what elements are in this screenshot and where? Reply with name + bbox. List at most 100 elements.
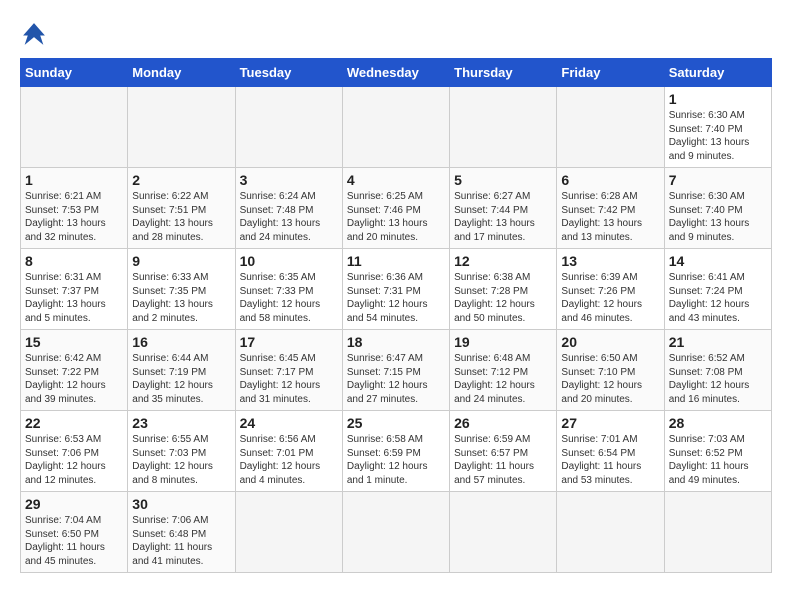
cell-info: Sunrise: 7:06 AMSunset: 6:48 PMDaylight:… [132, 514, 230, 568]
day-number: 26 [454, 415, 552, 431]
calendar-cell: 16 Sunrise: 6:44 AMSunset: 7:19 PMDayligh… [128, 330, 235, 411]
calendar-cell [450, 87, 557, 168]
day-number: 28 [669, 415, 767, 431]
calendar-cell [557, 87, 664, 168]
cell-info: Sunrise: 6:38 AMSunset: 7:28 PMDaylight:… [454, 271, 552, 325]
day-number: 19 [454, 334, 552, 350]
cell-info: Sunrise: 6:25 AMSunset: 7:46 PMDaylight:… [347, 190, 445, 244]
calendar-cell: 19Sunrise: 6:48 AMSunset: 7:12 PMDayligh… [450, 330, 557, 411]
cell-info: Sunrise: 6:35 AMSunset: 7:33 PMDaylight:… [240, 271, 338, 325]
calendar-cell: 1 Sunrise: 6:21 AMSunset: 7:53 PMDaylight… [21, 168, 128, 249]
cell-info: Sunrise: 6:45 AMSunset: 7:17 PMDaylight:… [240, 352, 338, 406]
calendar-cell: 6Sunrise: 6:28 AMSunset: 7:42 PMDaylight… [557, 168, 664, 249]
day-number: 7 [669, 172, 767, 188]
calendar-cell: 18Sunrise: 6:47 AMSunset: 7:15 PMDayligh… [342, 330, 449, 411]
calendar-cell: 25 Sunrise: 6:58 AMSunset: 6:59 PMDayligh… [342, 411, 449, 492]
calendar-week-0: 1 Sunrise: 6:30 AMSunset: 7:40 PMDaylight… [21, 87, 772, 168]
day-number: 11 [347, 253, 445, 269]
cell-info: Sunrise: 7:01 AMSunset: 6:54 PMDaylight:… [561, 433, 659, 487]
weekday-header-friday: Friday [557, 59, 664, 87]
cell-info: Sunrise: 6:59 AMSunset: 6:57 PMDaylight:… [454, 433, 552, 487]
calendar-cell: 20Sunrise: 6:50 AMSunset: 7:10 PMDayligh… [557, 330, 664, 411]
day-number: 30 [132, 496, 230, 512]
calendar-cell [21, 87, 128, 168]
weekday-header-monday: Monday [128, 59, 235, 87]
calendar-cell: 17Sunrise: 6:45 AMSunset: 7:17 PMDayligh… [235, 330, 342, 411]
day-number: 21 [669, 334, 767, 350]
calendar-table: SundayMondayTuesdayWednesdayThursdayFrid… [20, 58, 772, 573]
cell-info: Sunrise: 6:41 AMSunset: 7:24 PMDaylight:… [669, 271, 767, 325]
day-number: 5 [454, 172, 552, 188]
calendar-cell: 30 Sunrise: 7:06 AMSunset: 6:48 PMDayligh… [128, 492, 235, 573]
calendar-cell: 7 Sunrise: 6:30 AMSunset: 7:40 PMDaylight… [664, 168, 771, 249]
cell-info: Sunrise: 6:39 AMSunset: 7:26 PMDaylight:… [561, 271, 659, 325]
calendar-cell: 10 Sunrise: 6:35 AMSunset: 7:33 PMDayligh… [235, 249, 342, 330]
calendar-cell [342, 492, 449, 573]
calendar-cell: 2Sunrise: 6:22 AMSunset: 7:51 PMDaylight… [128, 168, 235, 249]
cell-info: Sunrise: 6:27 AMSunset: 7:44 PMDaylight:… [454, 190, 552, 244]
calendar-cell: 12 Sunrise: 6:38 AMSunset: 7:28 PMDayligh… [450, 249, 557, 330]
calendar-cell: 5 Sunrise: 6:27 AMSunset: 7:44 PMDaylight… [450, 168, 557, 249]
calendar-cell: 23 Sunrise: 6:55 AMSunset: 7:03 PMDayligh… [128, 411, 235, 492]
weekday-header-wednesday: Wednesday [342, 59, 449, 87]
day-number: 8 [25, 253, 123, 269]
day-number: 14 [669, 253, 767, 269]
cell-info: Sunrise: 6:30 AMSunset: 7:40 PMDaylight:… [669, 109, 767, 163]
day-number: 13 [561, 253, 659, 269]
cell-info: Sunrise: 6:33 AMSunset: 7:35 PMDaylight:… [132, 271, 230, 325]
cell-info: Sunrise: 6:44 AMSunset: 7:19 PMDaylight:… [132, 352, 230, 406]
header [20, 20, 772, 48]
day-number: 1 [25, 172, 123, 188]
day-number: 15 [25, 334, 123, 350]
day-number: 25 [347, 415, 445, 431]
day-number: 22 [25, 415, 123, 431]
calendar-cell: 9Sunrise: 6:33 AMSunset: 7:35 PMDaylight… [128, 249, 235, 330]
day-number: 10 [240, 253, 338, 269]
cell-info: Sunrise: 6:52 AMSunset: 7:08 PMDaylight:… [669, 352, 767, 406]
calendar-week-4: 22 Sunrise: 6:53 AMSunset: 7:06 PMDayligh… [21, 411, 772, 492]
calendar-cell: 15Sunrise: 6:42 AMSunset: 7:22 PMDayligh… [21, 330, 128, 411]
cell-info: Sunrise: 6:56 AMSunset: 7:01 PMDaylight:… [240, 433, 338, 487]
cell-info: Sunrise: 6:31 AMSunset: 7:37 PMDaylight:… [25, 271, 123, 325]
calendar-week-2: 8 Sunrise: 6:31 AMSunset: 7:37 PMDaylight… [21, 249, 772, 330]
calendar-cell: 27 Sunrise: 7:01 AMSunset: 6:54 PMDayligh… [557, 411, 664, 492]
weekday-header-saturday: Saturday [664, 59, 771, 87]
day-number: 27 [561, 415, 659, 431]
day-number: 24 [240, 415, 338, 431]
weekday-header-sunday: Sunday [21, 59, 128, 87]
cell-info: Sunrise: 6:58 AMSunset: 6:59 PMDaylight:… [347, 433, 445, 487]
calendar-cell: 13 Sunrise: 6:39 AMSunset: 7:26 PMDayligh… [557, 249, 664, 330]
weekday-header-row: SundayMondayTuesdayWednesdayThursdayFrid… [21, 59, 772, 87]
cell-info: Sunrise: 6:36 AMSunset: 7:31 PMDaylight:… [347, 271, 445, 325]
calendar-week-5: 29Sunrise: 7:04 AMSunset: 6:50 PMDayligh… [21, 492, 772, 573]
cell-info: Sunrise: 6:53 AMSunset: 7:06 PMDaylight:… [25, 433, 123, 487]
day-number: 1 [669, 91, 767, 107]
cell-info: Sunrise: 7:03 AMSunset: 6:52 PMDaylight:… [669, 433, 767, 487]
calendar-cell: 11 Sunrise: 6:36 AMSunset: 7:31 PMDayligh… [342, 249, 449, 330]
calendar-cell: 21 Sunrise: 6:52 AMSunset: 7:08 PMDayligh… [664, 330, 771, 411]
logo [20, 20, 52, 48]
calendar-cell: 14 Sunrise: 6:41 AMSunset: 7:24 PMDayligh… [664, 249, 771, 330]
cell-info: Sunrise: 6:21 AMSunset: 7:53 PMDaylight:… [25, 190, 123, 244]
cell-info: Sunrise: 6:55 AMSunset: 7:03 PMDaylight:… [132, 433, 230, 487]
day-number: 18 [347, 334, 445, 350]
weekday-header-tuesday: Tuesday [235, 59, 342, 87]
cell-info: Sunrise: 7:04 AMSunset: 6:50 PMDaylight:… [25, 514, 123, 568]
calendar-cell: 22 Sunrise: 6:53 AMSunset: 7:06 PMDayligh… [21, 411, 128, 492]
day-number: 2 [132, 172, 230, 188]
calendar-cell [450, 492, 557, 573]
day-number: 3 [240, 172, 338, 188]
calendar-cell [664, 492, 771, 573]
day-number: 12 [454, 253, 552, 269]
calendar-cell [557, 492, 664, 573]
day-number: 6 [561, 172, 659, 188]
calendar-cell: 29Sunrise: 7:04 AMSunset: 6:50 PMDayligh… [21, 492, 128, 573]
calendar-cell: 8 Sunrise: 6:31 AMSunset: 7:37 PMDaylight… [21, 249, 128, 330]
logo-icon [20, 20, 48, 48]
calendar-week-3: 15Sunrise: 6:42 AMSunset: 7:22 PMDayligh… [21, 330, 772, 411]
cell-info: Sunrise: 6:30 AMSunset: 7:40 PMDaylight:… [669, 190, 767, 244]
calendar-cell: 26 Sunrise: 6:59 AMSunset: 6:57 PMDayligh… [450, 411, 557, 492]
day-number: 16 [132, 334, 230, 350]
cell-info: Sunrise: 6:50 AMSunset: 7:10 PMDaylight:… [561, 352, 659, 406]
day-number: 23 [132, 415, 230, 431]
